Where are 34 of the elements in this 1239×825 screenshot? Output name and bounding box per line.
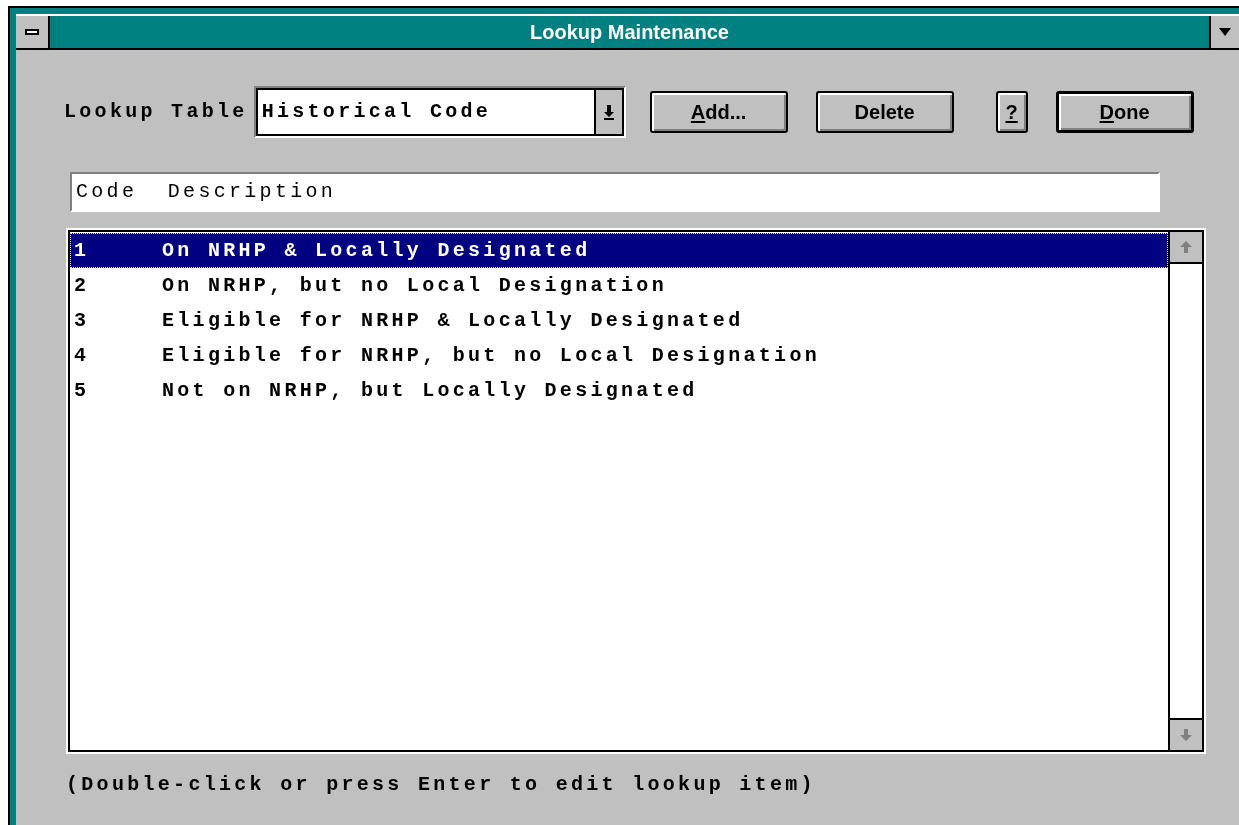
hint-text: (Double-click or press Enter to edit lookup item)	[66, 772, 817, 798]
help-button[interactable]: ?	[995, 91, 1028, 133]
minimize-button[interactable]	[1209, 16, 1239, 48]
description-cell-text: On NRHP, but no Local Designation	[162, 272, 667, 299]
vertical-scrollbar[interactable]	[1168, 232, 1202, 750]
dialog-button[interactable]: Delete	[815, 91, 954, 133]
lookup-table-label: Lookup Table	[64, 99, 248, 125]
code-cell-text: 1	[73, 237, 91, 264]
lookup-table-dropdown[interactable]: Historical Code	[253, 86, 626, 138]
arrow-up-icon	[1179, 240, 1193, 254]
code-cell-text: 4	[73, 342, 91, 369]
list-row[interactable]: 2 On NRHP, but no Local Designation	[70, 268, 1168, 303]
column-header: Code Description	[70, 172, 1160, 212]
list-row[interactable]: 4 Eligible for NRHP, but no Local Designation	[70, 338, 1168, 373]
description-cell-text: Eligible for NRHP & Locally Designated	[162, 307, 744, 334]
list-row[interactable]: 1 On NRHP & Locally Designated	[70, 233, 1168, 268]
code-cell-text: 2	[73, 272, 91, 299]
scroll-up-button[interactable]	[1170, 232, 1202, 264]
description-cell-text: Eligible for NRHP, but no Local Designation	[162, 342, 820, 369]
dropdown-value: Historical Code	[261, 99, 492, 125]
window-title: Lookup Maintenance	[529, 20, 730, 45]
description-cell-text: On NRHP & Locally Designated	[162, 237, 591, 264]
arrow-down-icon	[1179, 728, 1193, 742]
minus-icon	[25, 29, 39, 35]
code-cell-text: 5	[73, 377, 91, 404]
dialog-button[interactable]: Done	[1055, 91, 1194, 133]
system-menu-button[interactable]	[16, 16, 50, 48]
description-cell-text: Not on NRHP, but Locally Designated	[162, 377, 698, 404]
code-cell-text: 3	[73, 307, 91, 334]
scroll-down-button[interactable]	[1170, 718, 1202, 750]
triangle-down-icon	[1219, 28, 1231, 36]
list-row[interactable]: 3 Eligible for NRHP & Locally Designated	[70, 303, 1168, 338]
dialog-button[interactable]: Add...	[649, 91, 788, 133]
list-row[interactable]: 5 Not on NRHP, but Locally Designated	[70, 373, 1168, 408]
